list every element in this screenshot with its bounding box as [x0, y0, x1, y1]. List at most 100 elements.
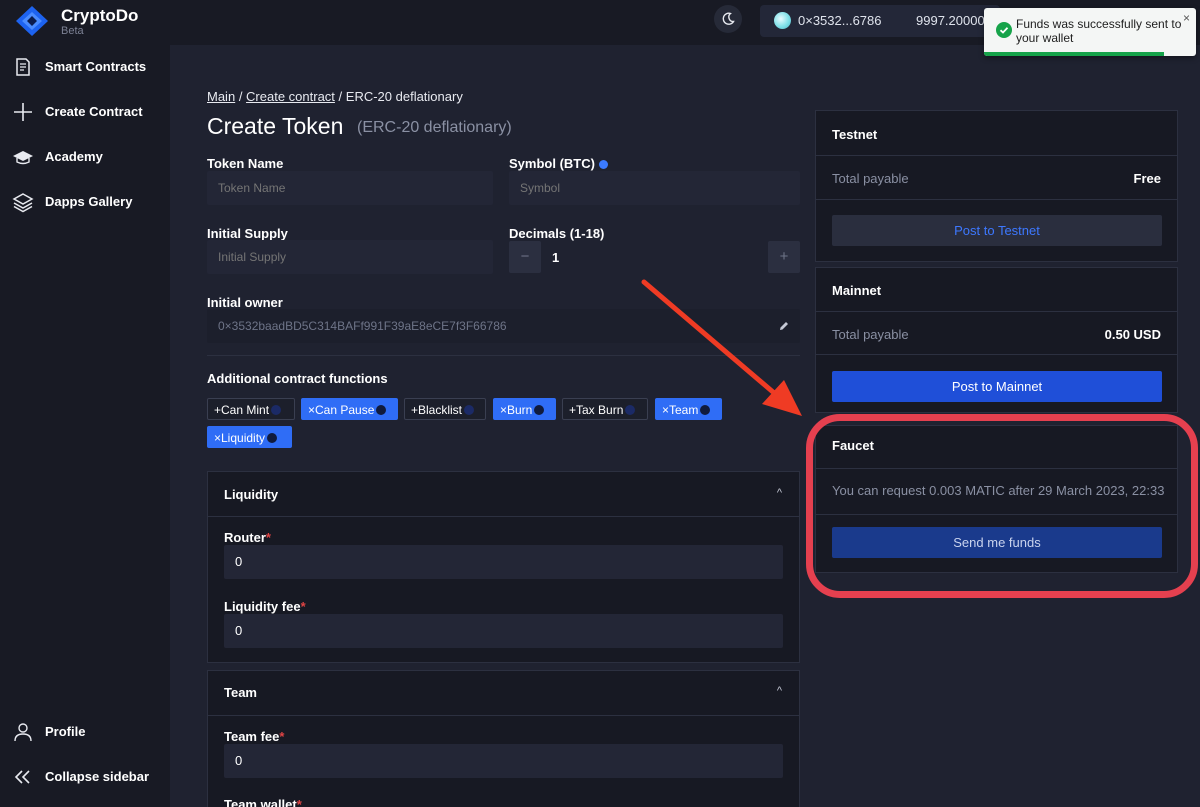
mainnet-card: Mainnet Total payable 0.50 USD Post to M…: [815, 267, 1178, 413]
decimals-label: Decimals (1-18): [509, 226, 605, 241]
tag-burn[interactable]: ×Burn: [493, 398, 556, 420]
team-fee-label-text: Team fee: [224, 729, 280, 744]
sidebar-collapse-button[interactable]: Collapse sidebar: [0, 763, 170, 791]
sidebar-item-academy[interactable]: Academy: [0, 143, 170, 171]
layers-icon: [12, 193, 34, 213]
liquidity-fee-label-text: Liquidity fee: [224, 599, 301, 614]
liquidity-panel-title[interactable]: Liquidity: [224, 487, 278, 502]
info-icon: [534, 405, 545, 415]
divider: [816, 354, 1177, 355]
brand-name[interactable]: CryptoDo: [61, 6, 138, 26]
cryptodo-logo-icon[interactable]: [14, 4, 50, 38]
info-icon[interactable]: [598, 160, 608, 170]
team-panel-title[interactable]: Team: [224, 685, 257, 700]
post-to-testnet-button[interactable]: Post to Testnet: [832, 215, 1162, 246]
tag-blacklist[interactable]: +Blacklist: [404, 398, 486, 420]
theme-toggle-button[interactable]: [714, 5, 742, 33]
post-to-mainnet-button[interactable]: Post to Mainnet: [832, 371, 1162, 402]
mainnet-title: Mainnet: [832, 283, 882, 298]
check-circle-icon: [996, 22, 1012, 38]
annotation-arrow-icon: [641, 279, 802, 416]
breadcrumb-link-create-contract[interactable]: Create contract: [246, 89, 335, 104]
liquidity-fee-label: Liquidity fee*: [224, 599, 306, 614]
divider: [816, 199, 1177, 200]
team-panel: Team ^ Team fee* 0 Team wallet*: [207, 670, 800, 807]
breadcrumb: Main / Create contract / ERC-20 deflatio…: [207, 89, 463, 104]
additional-functions-label: Additional contract functions: [207, 371, 388, 386]
info-icon: [464, 405, 475, 415]
document-icon: [16, 58, 30, 76]
info-icon: [271, 405, 282, 415]
page-subtitle: (ERC-20 deflationary): [357, 119, 512, 136]
sidebar-item-profile[interactable]: Profile: [0, 718, 170, 746]
symbol-label: Symbol (BTC): [509, 156, 608, 171]
testnet-payable-value: Free: [1133, 171, 1161, 186]
toast-message: Funds was successfully sent to your wall…: [1016, 17, 1182, 45]
tag-label: ×Liquidity: [214, 431, 266, 445]
page-title: Create Token: [207, 113, 344, 139]
sidebar-item-smart-contracts[interactable]: Smart Contracts: [0, 53, 170, 81]
chevron-up-icon[interactable]: ^: [777, 685, 782, 697]
testnet-title: Testnet: [832, 127, 878, 142]
required-marker: *: [279, 729, 285, 744]
testnet-payable-label: Total payable: [832, 171, 909, 186]
double-chevron-left-icon: [14, 770, 30, 784]
decimals-value[interactable]: 1: [552, 250, 559, 265]
toast-close-button[interactable]: ×: [1183, 11, 1190, 25]
router-label: Router*: [224, 530, 271, 545]
tag-can-mint[interactable]: +Can Mint: [207, 398, 295, 420]
divider: [816, 155, 1177, 156]
team-wallet-label: Team wallet*: [224, 797, 302, 807]
liquidity-fee-input[interactable]: 0: [224, 614, 783, 648]
team-wallet-label-text: Team wallet: [224, 797, 297, 807]
graduation-cap-icon: [13, 151, 33, 165]
tag-label: +Tax Burn: [569, 403, 624, 417]
breadcrumb-link-main[interactable]: Main: [207, 89, 235, 104]
tag-liquidity[interactable]: ×Liquidity: [207, 426, 292, 448]
required-marker: *: [296, 797, 302, 807]
sidebar-item-create-contract[interactable]: Create Contract: [0, 98, 170, 126]
sidebar-item-label: Smart Contracts: [45, 59, 147, 74]
team-fee-label: Team fee*: [224, 729, 284, 744]
divider: [208, 516, 799, 517]
tag-can-pause[interactable]: ×Can Pause: [301, 398, 398, 420]
toast-progress-bar: [984, 52, 1165, 56]
testnet-card: Testnet Total payable Free Post to Testn…: [815, 110, 1178, 262]
initial-supply-input[interactable]: [207, 240, 493, 274]
router-label-text: Router: [224, 530, 266, 545]
annotation-highlight-outline: [806, 414, 1198, 598]
chevron-up-icon[interactable]: ^: [777, 487, 782, 499]
tag-label: +Can Mint: [214, 403, 270, 417]
sidebar-item-label: Profile: [45, 724, 86, 739]
info-icon: [267, 433, 278, 443]
token-name-input[interactable]: [207, 171, 493, 205]
success-toast: Funds was successfully sent to your wall…: [984, 8, 1196, 56]
wallet-info[interactable]: 0×3532...6786 9997.20000: [760, 5, 1000, 37]
required-marker: *: [300, 599, 306, 614]
sidebar-item-label: Dapps Gallery: [45, 194, 133, 209]
router-input[interactable]: 0: [224, 545, 783, 579]
breadcrumb-separator: /: [238, 89, 247, 104]
required-marker: *: [265, 530, 271, 545]
breadcrumb-current: / ERC-20 deflationary: [338, 89, 463, 104]
plus-icon: [14, 103, 32, 121]
initial-supply-label: Initial Supply: [207, 226, 288, 241]
decimals-increment-button[interactable]: +: [768, 241, 800, 273]
sidebar-item-dapps-gallery[interactable]: Dapps Gallery: [0, 188, 170, 216]
decimals-decrement-button[interactable]: −: [509, 241, 541, 273]
divider: [816, 311, 1177, 312]
mainnet-payable-label: Total payable: [832, 327, 909, 342]
token-name-label: Token Name: [207, 156, 284, 171]
wallet-avatar-icon: [774, 12, 791, 29]
moon-icon: [722, 12, 735, 25]
sidebar-item-label: Create Contract: [45, 104, 143, 119]
symbol-label-text: Symbol (BTC): [509, 156, 595, 171]
info-icon: [376, 405, 387, 415]
brand-subtitle: Beta: [61, 25, 84, 37]
symbol-input[interactable]: [509, 171, 800, 205]
sidebar-item-label: Academy: [45, 149, 103, 164]
sidebar: Smart Contracts Create Contract Academy …: [0, 45, 170, 807]
sidebar-item-label: Collapse sidebar: [45, 769, 150, 784]
initial-owner-label: Initial owner: [207, 295, 283, 310]
team-fee-input[interactable]: 0: [224, 744, 783, 778]
